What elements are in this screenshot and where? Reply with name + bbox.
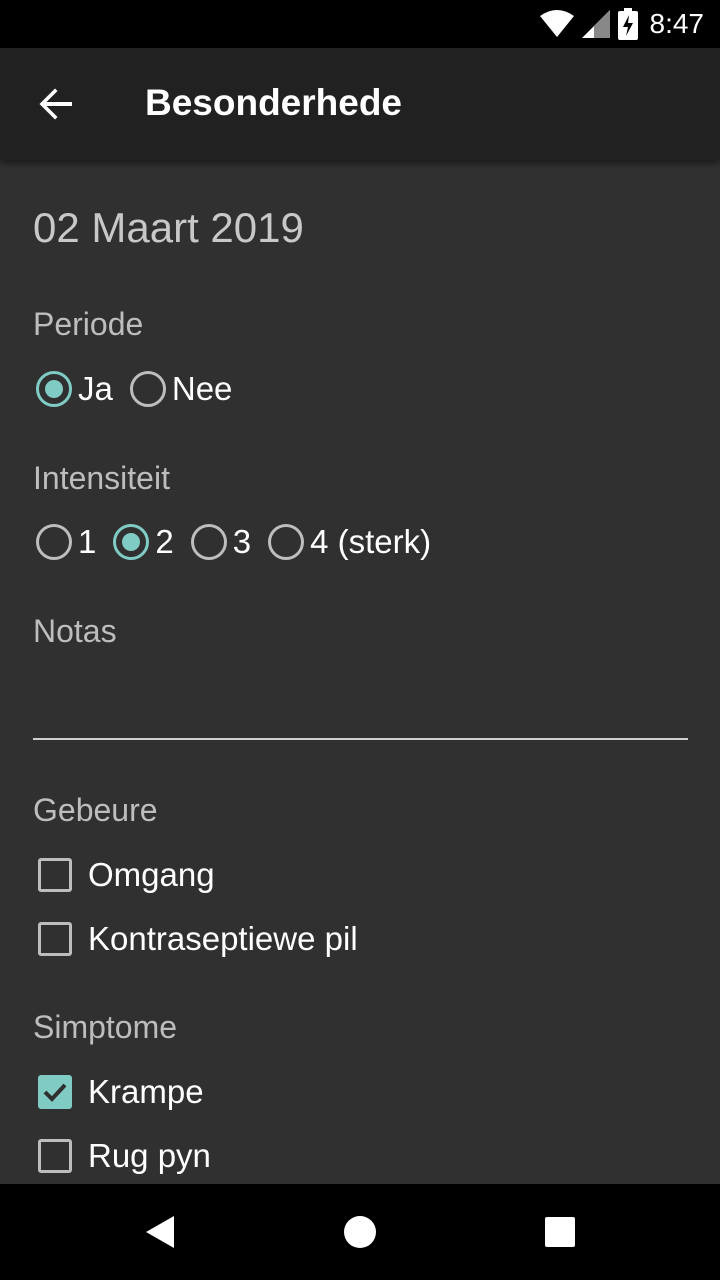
checkbox-unchecked[interactable] bbox=[38, 922, 72, 956]
battery-charging-icon bbox=[617, 8, 638, 40]
simptome-label: Simptome bbox=[33, 1009, 178, 1045]
notas-field[interactable] bbox=[33, 712, 688, 740]
intensiteit-option-3[interactable]: 3 bbox=[188, 523, 265, 561]
check-icon bbox=[43, 1083, 67, 1102]
radio-selected[interactable] bbox=[113, 524, 150, 560]
intensiteit-option-2[interactable]: 2 bbox=[110, 523, 187, 561]
signal-icon bbox=[581, 10, 610, 38]
intensiteit-label: Intensiteit bbox=[33, 460, 170, 496]
checkbox-krampe[interactable]: Krampe bbox=[33, 1068, 218, 1116]
date-heading: 02 Maart 2019 bbox=[33, 204, 304, 251]
radio-unselected[interactable] bbox=[36, 524, 72, 560]
checkbox-omgang[interactable]: Omgang bbox=[33, 851, 229, 899]
nav-home-button[interactable] bbox=[336, 1208, 384, 1256]
app-bar: Besonderhede bbox=[0, 48, 720, 160]
radio-unselected[interactable] bbox=[190, 524, 227, 560]
arrow-left-icon bbox=[39, 88, 72, 120]
radio-selected[interactable] bbox=[36, 371, 72, 407]
periode-label: Periode bbox=[33, 306, 144, 342]
nav-back-button[interactable] bbox=[136, 1208, 184, 1256]
system-nav-bar bbox=[0, 1184, 720, 1280]
status-icons: 8:47 bbox=[539, 0, 705, 48]
checkbox-rug-pyn[interactable]: Rug pyn bbox=[33, 1132, 225, 1180]
details-form: 02 Maart 2019 Periode Ja Nee Intensiteit… bbox=[0, 160, 720, 1184]
page-title: Besonderhede bbox=[145, 82, 403, 123]
periode-option-ja[interactable]: Ja bbox=[33, 370, 127, 408]
radio-unselected[interactable] bbox=[268, 524, 305, 560]
recents-square-icon bbox=[545, 1217, 575, 1247]
wifi-icon bbox=[539, 10, 574, 37]
nav-recents-button[interactable] bbox=[536, 1208, 584, 1256]
status-time: 8:47 bbox=[649, 8, 705, 39]
checkbox-unchecked[interactable] bbox=[38, 858, 72, 892]
intensiteit-option-4[interactable]: 4 (sterk) bbox=[265, 523, 445, 561]
notas-label: Notas bbox=[33, 613, 117, 649]
gebeure-label: Gebeure bbox=[33, 792, 158, 828]
home-circle-icon bbox=[344, 1216, 376, 1248]
back-triangle-icon bbox=[146, 1216, 174, 1248]
checkbox-kontraseptiewe-pil[interactable]: Kontraseptiewe pil bbox=[33, 915, 372, 963]
status-bar: 8:47 bbox=[0, 0, 720, 48]
periode-option-nee[interactable]: Nee bbox=[127, 370, 247, 408]
intensiteit-option-1[interactable]: 1 bbox=[33, 523, 110, 561]
radio-unselected[interactable] bbox=[129, 371, 166, 407]
intensiteit-radio-group: 1 2 3 4 (sterk) bbox=[33, 518, 445, 566]
checkbox-checked[interactable] bbox=[38, 1075, 72, 1109]
checkbox-unchecked[interactable] bbox=[38, 1139, 72, 1173]
back-button[interactable] bbox=[24, 72, 88, 136]
periode-radio-group: Ja Nee bbox=[33, 365, 246, 413]
